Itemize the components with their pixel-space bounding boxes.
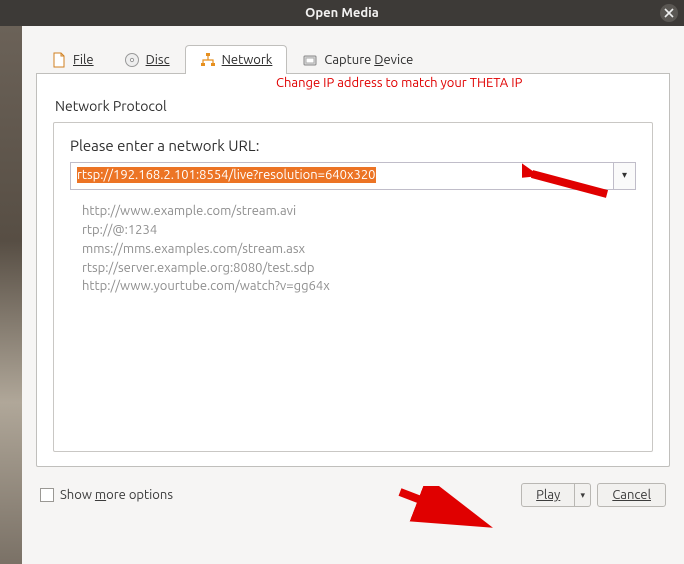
chevron-down-icon: ▾ [622,169,627,180]
titlebar: Open Media [0,0,684,26]
url-example: http://www.example.com/stream.avi [82,202,636,221]
capture-device-icon [302,52,318,68]
close-button[interactable] [660,4,678,22]
window-title: Open Media [305,6,379,20]
play-button[interactable]: Play [521,483,575,507]
url-example: rtp://@:1234 [82,221,636,240]
tab-file[interactable]: File [36,45,109,74]
tab-network[interactable]: Network [185,45,288,74]
network-icon [200,52,216,68]
cancel-button[interactable]: Cancel [597,483,666,507]
show-more-label: Show more options [60,488,173,502]
tab-capture-label: Capture Device [324,53,413,67]
tab-file-label: File [73,53,94,67]
url-prompt: Please enter a network URL: [70,137,636,154]
tab-disc-label: Disc [146,53,170,67]
disc-icon [124,52,140,68]
show-more-row[interactable]: Show more options [40,488,173,502]
tab-bar: File Disc Network Capture Device [36,38,670,74]
file-icon [51,52,67,68]
show-more-checkbox[interactable] [40,488,54,502]
close-icon [660,4,678,22]
tab-disc[interactable]: Disc [109,45,185,74]
dialog-footer: Show more options Play ▾ Cancel [36,483,670,507]
left-background-strip [0,26,22,564]
tab-network-label: Network [222,53,273,67]
url-example: http://www.yourtube.com/watch?v=gg64x [82,277,636,296]
annotation-text: Change IP address to match your THETA IP [276,76,522,90]
url-example: rtsp://server.example.org:8080/test.sdp [82,259,636,278]
network-panel: Network Protocol Please enter a network … [36,74,670,467]
chevron-down-icon: ▾ [581,490,586,500]
play-dropdown-button[interactable]: ▾ [575,483,591,507]
open-media-dialog: Change IP address to match your THETA IP… [22,26,684,564]
section-header: Network Protocol [55,98,651,114]
panel-inner: Please enter a network URL: rtsp://192.1… [53,122,653,452]
url-input-value: rtsp://192.168.2.101:8554/live?resolutio… [77,167,376,183]
url-input[interactable]: rtsp://192.168.2.101:8554/live?resolutio… [70,162,614,190]
url-example: mms://mms.examples.com/stream.asx [82,240,636,259]
url-dropdown-button[interactable]: ▾ [614,162,636,190]
tab-capture[interactable]: Capture Device [287,45,428,74]
play-button-group: Play ▾ [521,483,591,507]
url-examples: http://www.example.com/stream.avi rtp://… [82,202,636,296]
